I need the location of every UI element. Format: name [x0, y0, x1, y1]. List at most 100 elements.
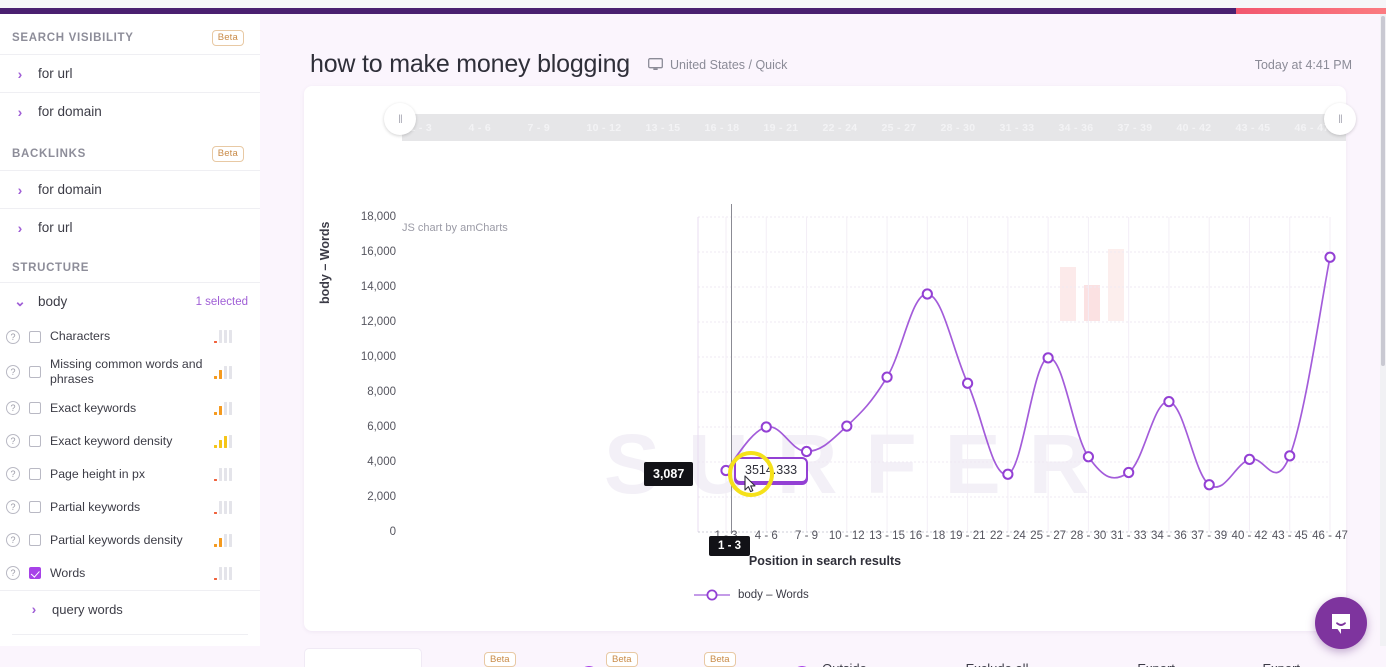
chart-legend[interactable]: body – Words	[694, 589, 809, 601]
metric-label: Exact keyword density	[50, 433, 173, 448]
x-tick-label: 13 - 15	[869, 530, 905, 542]
sidebar-metric-row[interactable]: ? Exact keyword density	[0, 425, 260, 458]
help-icon[interactable]: ?	[6, 467, 20, 482]
data-point[interactable]	[1324, 251, 1336, 263]
help-icon[interactable]: ?	[6, 365, 20, 380]
chart-svg	[697, 216, 1336, 533]
data-point[interactable]	[841, 420, 853, 432]
location-indicator: United States / Quick	[648, 58, 787, 72]
x-tick-label: 25 - 27	[1030, 530, 1067, 542]
sidebar-item-label: for url	[38, 220, 73, 235]
metric-checkbox[interactable]	[29, 534, 41, 547]
x-axis-label: Position in search results	[748, 554, 902, 568]
bottom-beta-badge: Beta	[606, 652, 638, 667]
data-point[interactable]	[1284, 450, 1296, 462]
data-point[interactable]	[881, 371, 893, 383]
x-tick-label: 37 - 39	[1191, 530, 1228, 542]
sidebar-metric-row[interactable]: ? Exact keywords	[0, 392, 260, 425]
metric-checkbox[interactable]	[29, 402, 41, 415]
sidebar-section-header: SEARCH VISIBILITY Beta	[0, 14, 260, 54]
chart-plot[interactable]: SURFER body – Words 0 2,000 4,000 6,000 8,00…	[304, 86, 1348, 568]
help-icon[interactable]: ?	[6, 566, 20, 581]
sidebar-selected-count: 1 selected	[195, 295, 248, 308]
help-icon[interactable]: ?	[6, 533, 20, 548]
top-strip	[0, 0, 1386, 8]
sidebar-item-for-domain[interactable]: › for domain	[0, 92, 260, 130]
help-icon[interactable]: ?	[6, 434, 20, 449]
sidebar-metric-row[interactable]: ? Partial keywords	[0, 491, 260, 524]
data-point[interactable]	[1082, 451, 1095, 463]
sidebar-item-query-words[interactable]: › query words	[0, 589, 260, 628]
beta-badge: Beta	[211, 146, 244, 162]
sidebar-metric-row[interactable]: ? Words	[0, 557, 260, 590]
data-point[interactable]	[921, 288, 933, 300]
data-point[interactable]	[1123, 466, 1135, 479]
data-point[interactable]	[1002, 468, 1014, 480]
metric-strength-bars	[214, 533, 248, 547]
sidebar-item-label: for domain	[38, 104, 102, 119]
chat-bubble-icon	[1332, 614, 1350, 634]
page-title: how to make money blogging	[310, 50, 630, 78]
sidebar-item-body[interactable]: ⌄ body 1 selected	[0, 282, 260, 320]
sidebar-section-title: BACKLINKS	[12, 148, 86, 160]
metric-checkbox[interactable]	[29, 366, 41, 379]
metric-checkbox[interactable]	[29, 501, 41, 514]
data-point[interactable]	[1243, 453, 1256, 465]
chat-launcher-button[interactable]	[1315, 597, 1367, 649]
x-tick-label: 31 - 33	[1110, 530, 1147, 542]
x-axis-cursor-tooltip: 1 - 3	[709, 536, 751, 556]
sidebar-item-label: for domain	[38, 182, 102, 197]
sidebar-metric-row[interactable]: ? Missing common words and phrases	[0, 353, 260, 392]
metric-label: Words	[50, 565, 86, 580]
data-point[interactable]	[1203, 479, 1215, 491]
metric-strength-bars	[214, 500, 248, 514]
x-tick-label: 4 - 6	[754, 530, 778, 542]
sidebar-metric-row[interactable]: ? Partial keywords density	[0, 524, 260, 557]
help-icon[interactable]: ?	[6, 329, 20, 344]
sidebar-item-for-domain[interactable]: › for domain	[0, 170, 260, 208]
data-point[interactable]	[962, 377, 974, 389]
beta-badge: Beta	[211, 30, 244, 46]
sidebar-item-for-url[interactable]: › for url	[0, 208, 260, 246]
sidebar: SEARCH VISIBILITY Beta › for url › for domain…	[0, 14, 260, 646]
chevron-right-icon: ›	[31, 601, 37, 618]
data-point[interactable]	[760, 421, 772, 433]
x-tick-label: 7 - 9	[795, 530, 819, 542]
sidebar-section-title: SEARCH VISIBILITY	[12, 32, 134, 44]
x-tick-label: 34 - 36	[1151, 530, 1187, 542]
data-point[interactable]	[1042, 352, 1054, 364]
sidebar-item-for-url[interactable]: › for url	[0, 54, 260, 92]
sidebar-section-header: STRUCTURE	[0, 246, 260, 282]
data-point[interactable]	[1163, 396, 1175, 408]
metric-checkbox[interactable]	[29, 468, 41, 481]
chevron-right-icon: ›	[17, 103, 23, 120]
x-tick-label: 46 - 47	[1312, 530, 1348, 542]
metric-label: Partial keywords density	[50, 532, 183, 547]
x-tick-label: 40 - 42	[1231, 530, 1268, 542]
metric-strength-bars	[214, 467, 248, 481]
metric-checkbox[interactable]	[29, 567, 41, 580]
chevron-right-icon: ›	[17, 181, 23, 198]
x-tick-label: 16 - 18	[909, 530, 946, 542]
metric-checkbox[interactable]	[29, 330, 41, 343]
sidebar-metric-row[interactable]: ? Page height in px	[0, 458, 260, 491]
legend-label: body – Words	[738, 589, 809, 601]
legend-marker-icon	[694, 589, 730, 601]
x-tick-label: 28 - 30	[1070, 530, 1107, 542]
sidebar-section-header: BACKLINKS Beta	[0, 130, 260, 170]
metric-checkbox[interactable]	[29, 435, 41, 448]
bottom-beta-badge: Beta	[484, 652, 516, 667]
data-point[interactable]	[800, 445, 813, 458]
metric-label: Characters	[50, 328, 111, 343]
bottom-beta-badge: Beta	[704, 652, 736, 667]
bottom-card[interactable]	[304, 648, 422, 667]
help-icon[interactable]: ?	[6, 401, 20, 416]
chevron-right-icon: ›	[17, 219, 23, 236]
sidebar-metric-row[interactable]: ? Characters	[0, 320, 260, 353]
bottom-card-row: Beta Beta Beta	[266, 648, 1386, 667]
help-icon[interactable]: ?	[6, 500, 20, 515]
y-axis-cursor-tooltip: 3,087	[644, 462, 694, 486]
chevron-right-icon: ›	[17, 65, 23, 82]
metric-strength-bars	[214, 434, 248, 448]
x-tick-label: 43 - 45	[1271, 530, 1308, 542]
